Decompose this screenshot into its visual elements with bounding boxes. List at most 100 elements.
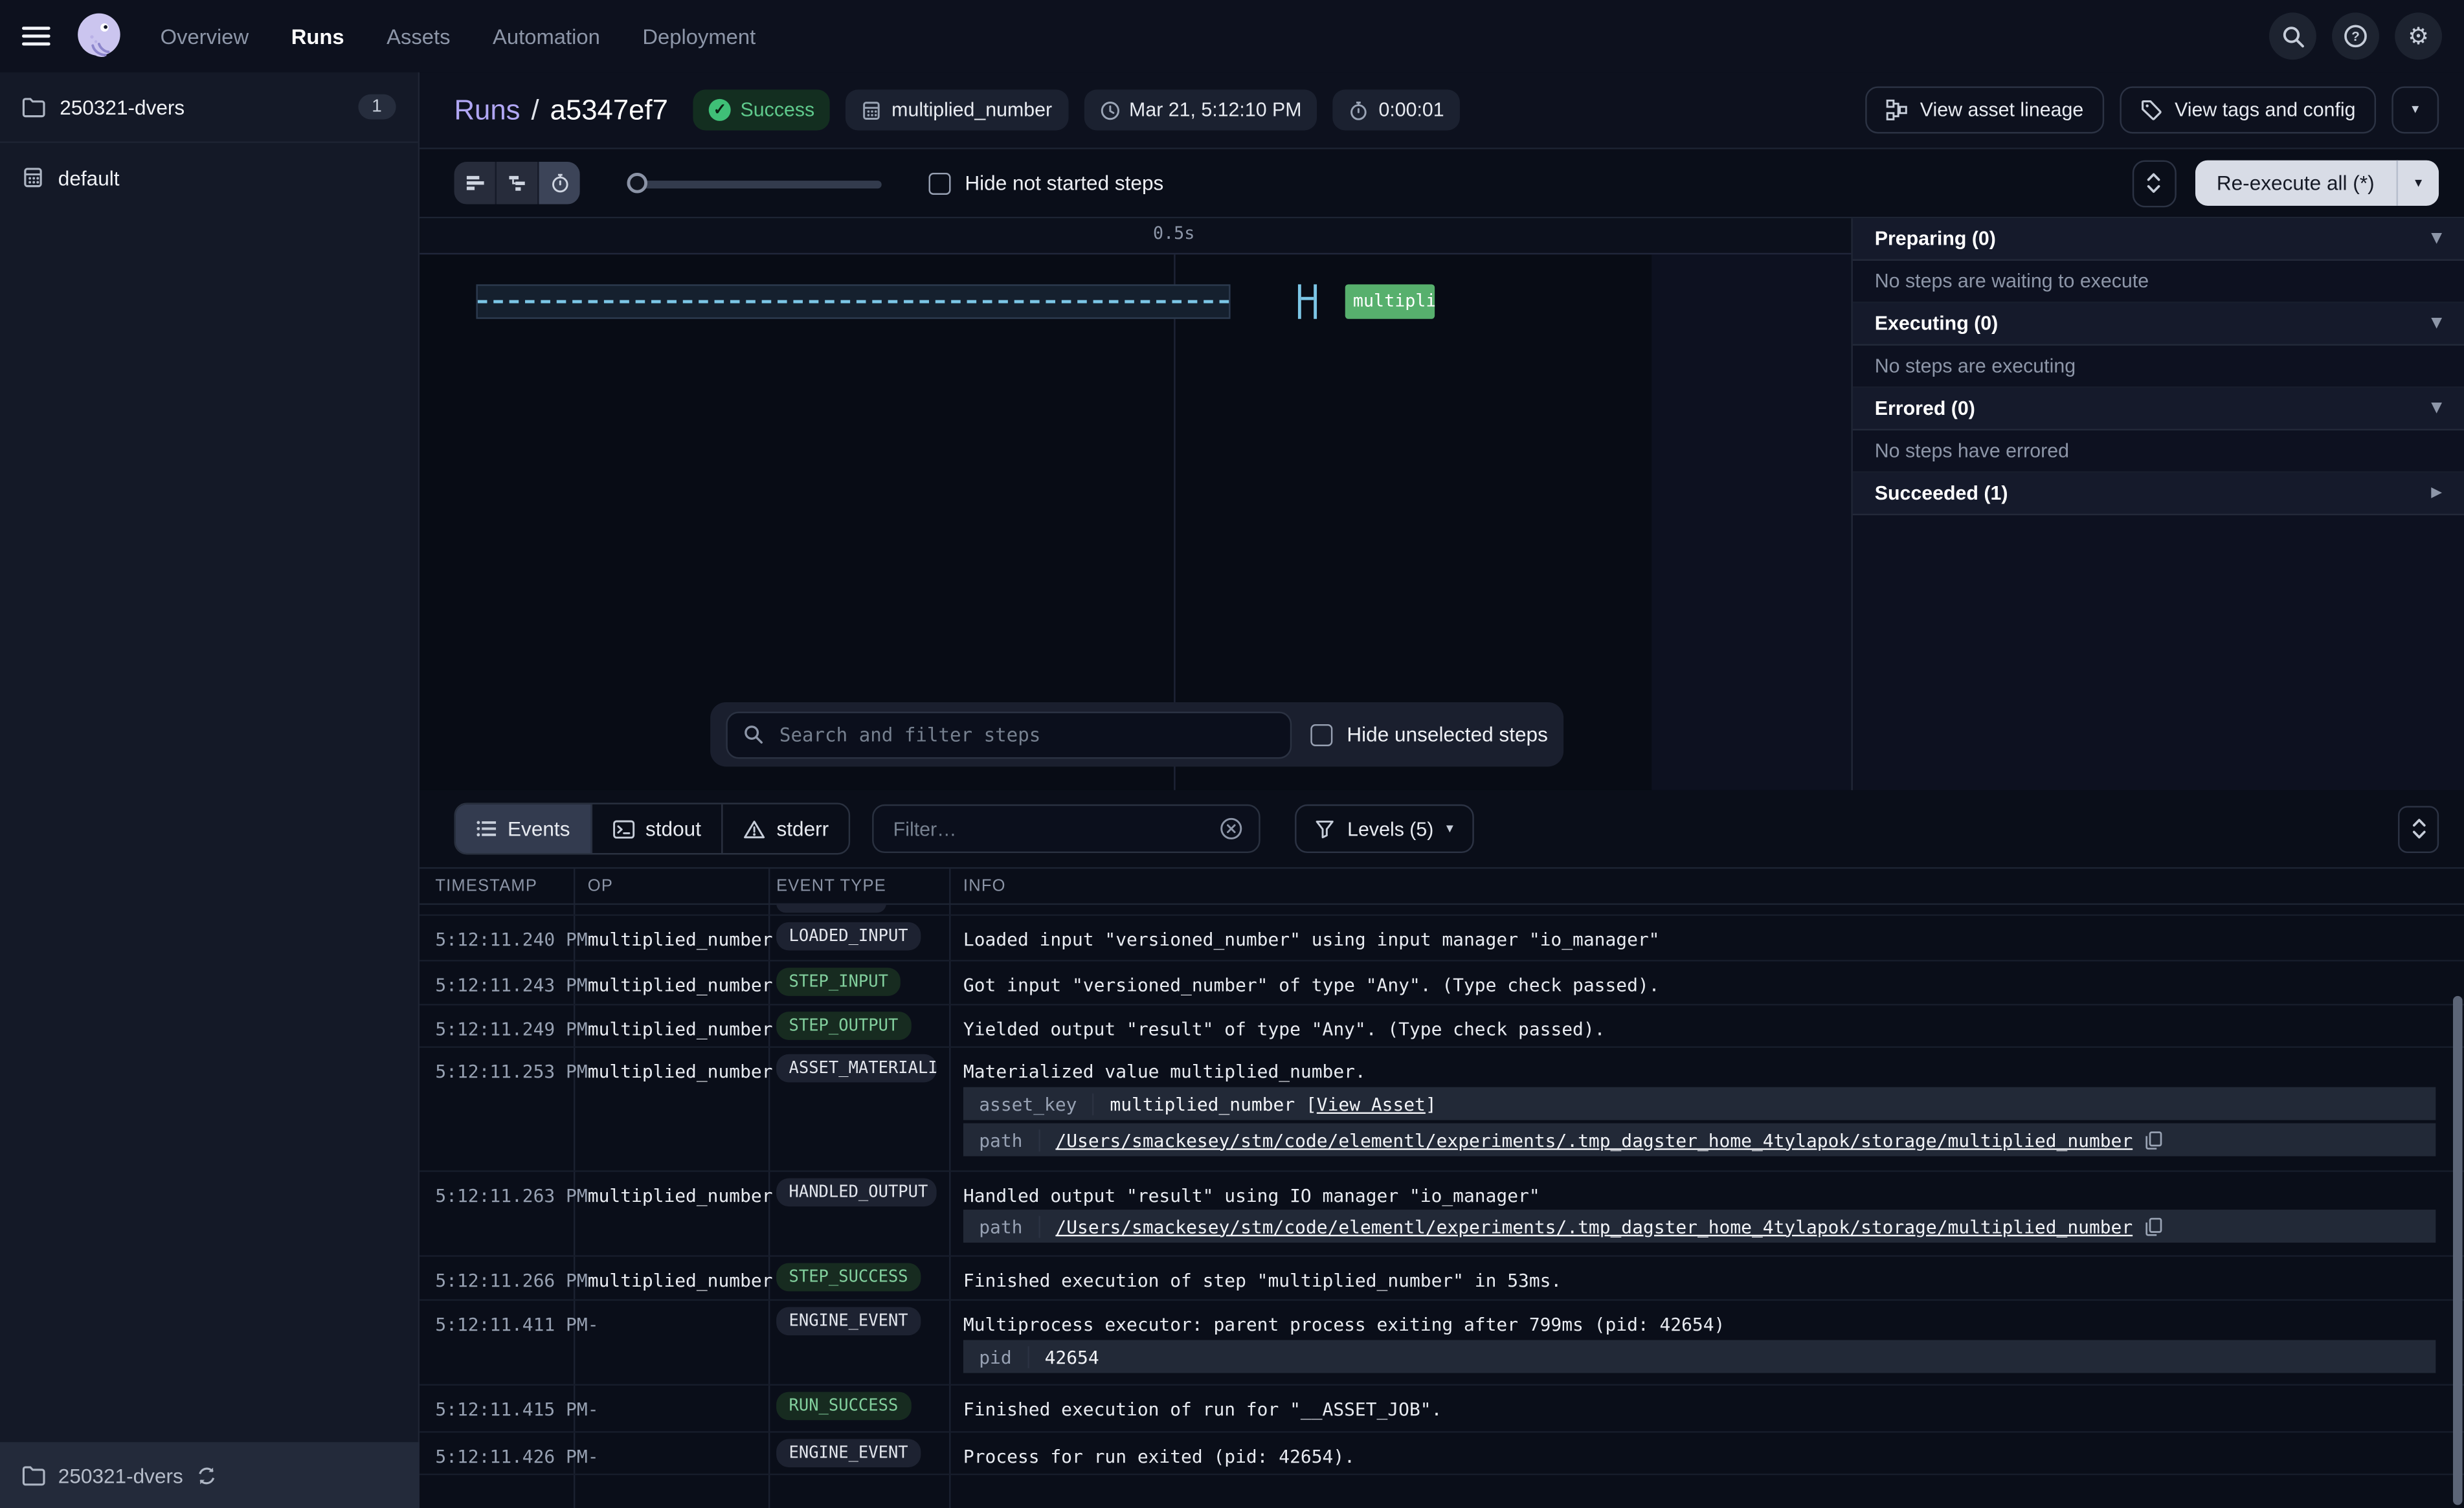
log-row[interactable]: 5:12:11.249 PM multiplied_number STEP_OU… xyxy=(420,1005,2464,1048)
asset-tag[interactable]: multiplied_number xyxy=(846,89,1068,130)
log-expand-button[interactable] xyxy=(2398,805,2439,852)
event-type-badge: ENGINE_EVENT xyxy=(776,1439,921,1467)
step-filter-overlay: Hide unselected steps xyxy=(710,702,1563,767)
op-cell: - xyxy=(588,1398,599,1420)
col-event-type: EVENT TYPE xyxy=(776,876,886,895)
log-row[interactable]: 5:12:11.411 PM - ENGINE_EVENT Multiproce… xyxy=(420,1301,2464,1386)
info-cell: Process for run exited (pid: 42654). xyxy=(963,1445,2417,1467)
log-filter-box[interactable] xyxy=(873,804,1261,853)
filter-funnel-icon xyxy=(1316,819,1335,838)
path-link[interactable]: /Users/smackesey/stm/code/elementl/exper… xyxy=(1055,1215,2133,1237)
reexecute-dropdown-button[interactable]: ▾ xyxy=(2397,161,2439,206)
sidebar: 250321-dvers 1 default 250321-dvers xyxy=(0,72,420,1508)
event-type-badge: ENGINE_EVENT xyxy=(776,1307,921,1336)
log-row[interactable]: 5:12:11.415 PM - RUN_SUCCESS Finished ex… xyxy=(420,1386,2464,1433)
job-name: default xyxy=(58,166,120,189)
col-info: INFO xyxy=(963,876,1006,895)
event-log-table: TIMESTAMP OP EVENT TYPE INFO 5:12:11.240… xyxy=(420,869,2464,1508)
gantt-shaded-region xyxy=(1652,253,1851,790)
path-row: path /Users/smackesey/stm/code/elementl/… xyxy=(963,1124,2436,1157)
section-executing[interactable]: Executing (0)▼ xyxy=(1853,303,2464,346)
section-executing-empty: No steps are executing xyxy=(1853,346,2464,388)
levels-filter-button[interactable]: Levels (5) ▾ xyxy=(1295,804,1473,853)
step-search-box[interactable] xyxy=(726,711,1292,758)
timestamp-cell: 5:12:11.426 PM xyxy=(435,1445,587,1467)
dagster-logo[interactable] xyxy=(73,10,126,63)
op-cell: - xyxy=(588,1445,599,1467)
nav-runs[interactable]: Runs xyxy=(291,25,344,48)
duration: 0:00:01 xyxy=(1333,89,1460,130)
tag-icon xyxy=(2140,99,2162,121)
log-row[interactable]: 5:12:11.426 PM - ENGINE_EVENT Process fo… xyxy=(420,1433,2464,1476)
more-actions-button[interactable]: ▾ xyxy=(2391,87,2439,134)
step-status-panel: Preparing (0)▼ No steps are waiting to e… xyxy=(1851,218,2464,790)
zoom-slider[interactable] xyxy=(627,172,881,194)
reexecute-all-button[interactable]: Re-execute all (*) xyxy=(2195,161,2397,206)
flat-view-icon xyxy=(464,174,485,192)
step-search-input[interactable] xyxy=(776,722,1275,747)
section-errored[interactable]: Errored (0)▼ xyxy=(1853,388,2464,431)
event-type-badge: RUN_SUCCESS xyxy=(776,1392,911,1421)
copy-icon[interactable] xyxy=(2145,1130,2163,1149)
repo-count-badge: 1 xyxy=(357,94,396,120)
list-icon xyxy=(476,820,497,837)
sync-icon[interactable] xyxy=(196,1465,216,1485)
tab-events[interactable]: Events xyxy=(456,804,590,853)
view-asset-lineage-button[interactable]: View asset lineage xyxy=(1865,87,2104,134)
step-waiting-box xyxy=(476,284,1230,318)
nav-overview[interactable]: Overview xyxy=(161,25,249,48)
log-row[interactable]: 5:12:11.253 PM multiplied_number ASSET_M… xyxy=(420,1048,2464,1172)
nav-assets[interactable]: Assets xyxy=(386,25,450,48)
gantt-step-bar[interactable]: multipli… xyxy=(1345,284,1435,318)
op-cell: multiplied_number xyxy=(588,1184,773,1206)
timing-view-button[interactable] xyxy=(539,162,580,205)
expand-collapse-button[interactable] xyxy=(2132,159,2176,206)
sidebar-footer[interactable]: 250321-dvers xyxy=(0,1442,420,1508)
settings-button[interactable]: ⚙ xyxy=(2395,12,2442,60)
timestamp-cell: 5:12:11.266 PM xyxy=(435,1269,587,1291)
copy-icon[interactable] xyxy=(2145,1217,2163,1236)
event-log-section: Events stdout stderr xyxy=(420,790,2464,1508)
hide-unselected-checkbox[interactable] xyxy=(1311,724,1333,746)
nav-automation[interactable]: Automation xyxy=(493,25,600,48)
waterfall-view-button[interactable] xyxy=(497,162,539,205)
tab-stdout[interactable]: stdout xyxy=(590,804,721,853)
folder-icon xyxy=(22,1465,45,1485)
search-icon xyxy=(743,724,764,745)
op-cell: multiplied_number xyxy=(588,929,773,951)
hide-not-started-checkbox[interactable] xyxy=(929,172,951,194)
log-row[interactable]: 5:12:11.266 PM multiplied_number STEP_SU… xyxy=(420,1257,2464,1301)
info-cell: Loaded input "versioned_number" using in… xyxy=(963,929,2417,951)
log-row[interactable]: 5:12:11.243 PM multiplied_number STEP_IN… xyxy=(420,962,2464,1006)
section-succeeded[interactable]: Succeeded (1)▶ xyxy=(1853,473,2464,516)
log-filter-input[interactable] xyxy=(890,816,1207,841)
nav-deployment[interactable]: Deployment xyxy=(642,25,756,48)
repo-name: 250321-dvers xyxy=(60,95,185,118)
clear-filter-icon[interactable] xyxy=(1220,817,1244,840)
tab-stderr[interactable]: stderr xyxy=(722,804,849,853)
slider-handle[interactable] xyxy=(627,172,647,193)
section-preparing[interactable]: Preparing (0)▼ xyxy=(1853,218,2464,261)
gantt-toolbar: Hide not started steps Re-execute all (*… xyxy=(420,150,2464,219)
help-button[interactable]: ? xyxy=(2332,12,2379,60)
event-type-badge: STEP_INPUT xyxy=(776,968,901,996)
search-button[interactable] xyxy=(2269,12,2316,60)
log-row[interactable]: 5:12:11.240 PM multiplied_number LOADED_… xyxy=(420,916,2464,961)
log-row-clipped[interactable] xyxy=(420,904,2464,916)
sidebar-item-job-default[interactable]: default xyxy=(0,143,418,212)
run-header: Runs / a5347ef7 ✓ Success multiplied_num… xyxy=(420,72,2464,150)
info-cell: Got input "versioned_number" of type "An… xyxy=(963,974,2417,996)
log-row[interactable]: 5:12:11.263 PM multiplied_number HANDLED… xyxy=(420,1172,2464,1257)
hamburger-icon[interactable] xyxy=(22,26,50,47)
breadcrumb-runs-link[interactable]: Runs xyxy=(454,93,520,126)
flat-view-button[interactable] xyxy=(454,162,497,205)
view-tags-config-button[interactable]: View tags and config xyxy=(2120,87,2376,134)
gantt-chart[interactable]: 0.5s multipli… Hide unselected steps xyxy=(420,218,1851,790)
path-link[interactable]: /Users/smackesey/stm/code/elementl/exper… xyxy=(1055,1129,2133,1151)
view-asset-link[interactable]: View Asset xyxy=(1317,1092,1426,1114)
sidebar-item-repo[interactable]: 250321-dvers 1 xyxy=(0,72,418,143)
log-scrollbar[interactable] xyxy=(2453,996,2463,1505)
breadcrumb: Runs / a5347ef7 xyxy=(454,93,667,126)
event-type-badge: STEP_OUTPUT xyxy=(776,1012,911,1040)
timestamp-cell: 5:12:11.263 PM xyxy=(435,1184,587,1206)
